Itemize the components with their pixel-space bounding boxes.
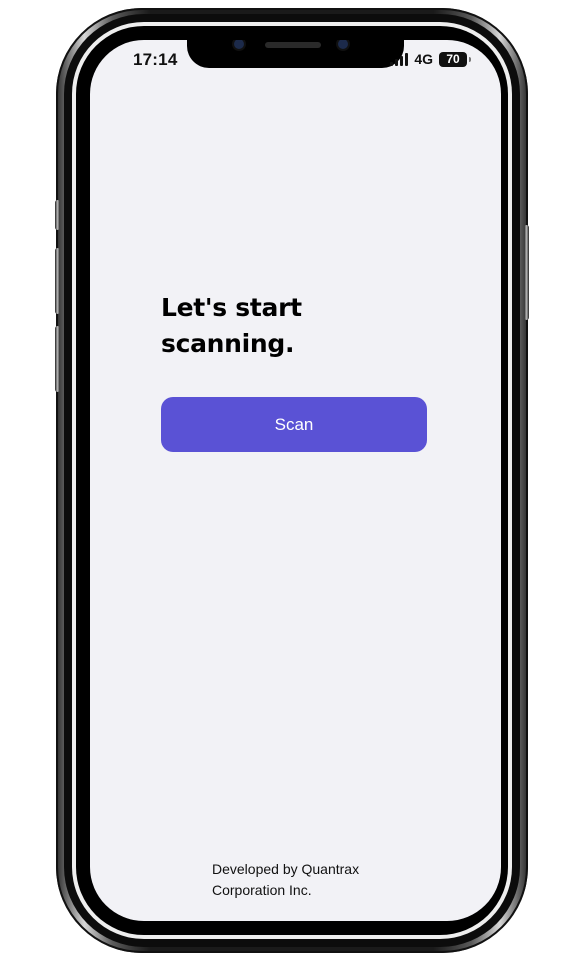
volume-up-button bbox=[55, 248, 60, 314]
volume-down-button bbox=[55, 326, 60, 392]
notch bbox=[187, 40, 404, 68]
cellular-signal-icon bbox=[390, 52, 409, 66]
footer-line-2: Corporation Inc. bbox=[212, 882, 312, 898]
scan-button[interactable]: Scan bbox=[161, 397, 427, 452]
power-button bbox=[524, 225, 529, 320]
mockup-stage: 17:14 4G 70 Let's start scanning. Scan D… bbox=[0, 0, 562, 955]
silent-switch bbox=[55, 200, 60, 230]
battery-level: 70 bbox=[446, 51, 460, 66]
app-screen: 17:14 4G 70 Let's start scanning. Scan D… bbox=[90, 40, 501, 921]
front-camera-icon bbox=[234, 40, 244, 49]
footer-credit: Developed by Quantrax Corporation Inc. bbox=[212, 859, 432, 901]
footer-line-1: Developed by Quantrax bbox=[212, 861, 360, 877]
page-heading: Let's start scanning. bbox=[161, 290, 421, 362]
battery-tip bbox=[469, 56, 471, 62]
status-indicators: 4G 70 bbox=[390, 50, 471, 68]
network-type-label: 4G bbox=[414, 51, 433, 67]
face-sensor-icon bbox=[338, 40, 348, 49]
heading-line-1: Let's start bbox=[161, 293, 302, 322]
heading-line-2: scanning. bbox=[161, 329, 295, 358]
earpiece-speaker-icon bbox=[265, 42, 321, 48]
status-time: 17:14 bbox=[133, 50, 178, 69]
battery-icon: 70 bbox=[439, 51, 471, 67]
